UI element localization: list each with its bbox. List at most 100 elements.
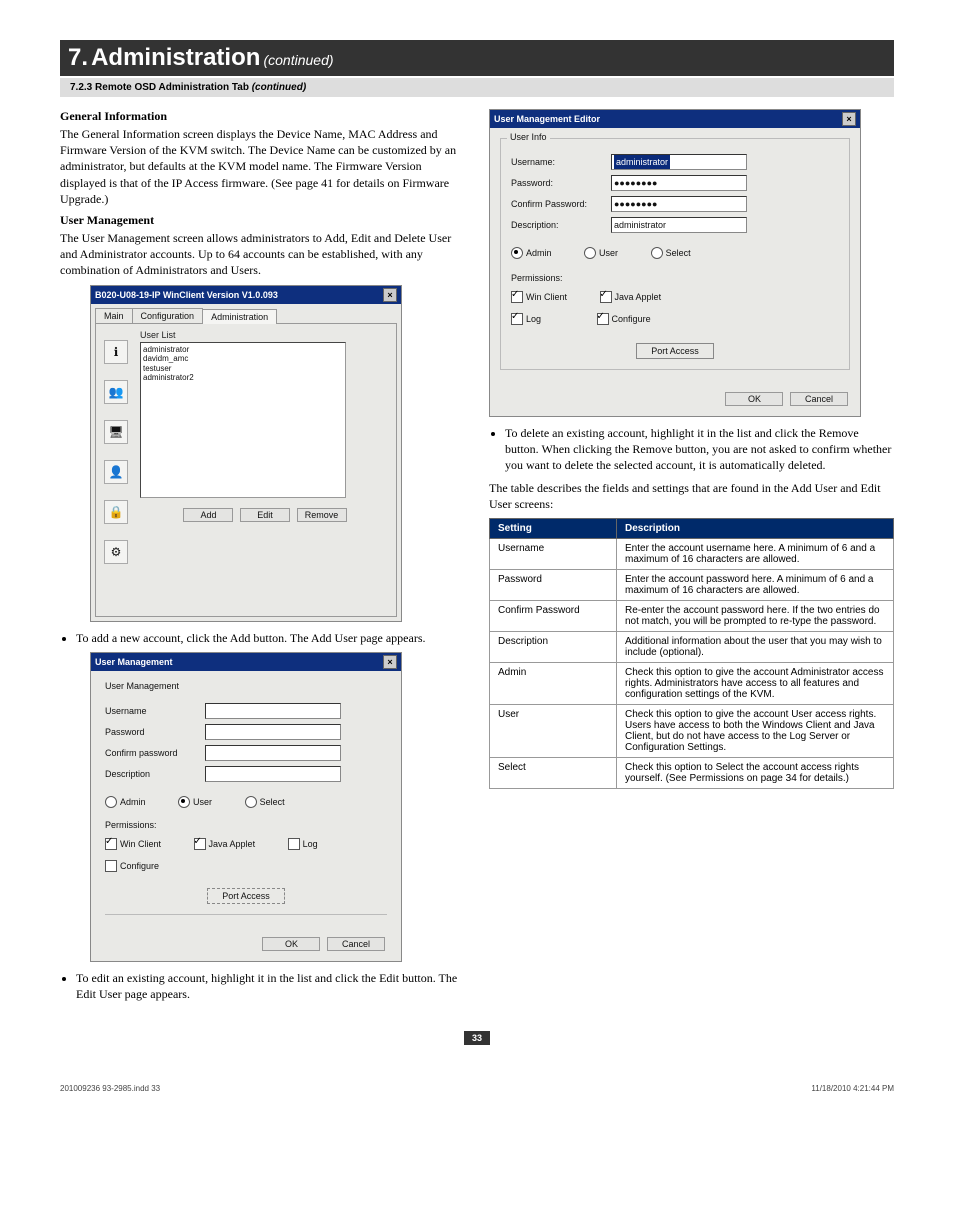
footer-right: 11/18/2010 4:21:44 PM <box>811 1084 894 1093</box>
check-configure[interactable]: Configure <box>597 313 651 325</box>
radio-select[interactable]: Select <box>245 796 285 808</box>
confirm-password-input[interactable] <box>205 745 341 761</box>
um-title: User Management <box>95 657 173 667</box>
th-setting: Setting <box>490 518 617 538</box>
label-confirm: Confirm password <box>105 748 205 758</box>
label-username: Username: <box>511 157 611 167</box>
table-row: PasswordEnter the account password here.… <box>490 569 894 600</box>
winclient-window: B020-U08-19-IP WinClient Version V1.0.09… <box>90 285 402 622</box>
edit-button[interactable]: Edit <box>240 508 290 522</box>
cancel-button[interactable]: Cancel <box>327 937 385 951</box>
tab-administration[interactable]: Administration <box>202 309 277 324</box>
close-icon[interactable]: × <box>383 288 397 302</box>
label-password: Password <box>105 727 205 737</box>
paragraph-user-management: The User Management screen allows admini… <box>60 230 465 279</box>
label-username: Username <box>105 706 205 716</box>
section-bar: 7.2.3 Remote OSD Administration Tab (con… <box>60 78 894 97</box>
footer: 201009236 93-2985.indd 33 11/18/2010 4:2… <box>60 1084 894 1093</box>
username-input[interactable] <box>205 703 341 719</box>
list-item[interactable]: administrator2 <box>143 373 343 383</box>
label-description: Description <box>105 769 205 779</box>
label-password: Password: <box>511 178 611 188</box>
port-access-button[interactable]: Port Access <box>636 343 714 359</box>
table-row: AdminCheck this option to give the accou… <box>490 662 894 704</box>
winclient-titlebar: B020-U08-19-IP WinClient Version V1.0.09… <box>91 286 401 304</box>
check-winclient[interactable]: Win Client <box>105 838 161 850</box>
heading-general-info: General Information <box>60 109 465 124</box>
footer-left: 201009236 93-2985.indd 33 <box>60 1084 160 1093</box>
bullet-add-account: To add a new account, click the Add butt… <box>76 630 465 646</box>
user-info-fieldset: User Info Username:administrator Passwor… <box>500 138 850 370</box>
network-icon[interactable]: 🖥 <box>104 420 128 444</box>
table-row: UserCheck this option to give the accoun… <box>490 704 894 757</box>
bullet-edit-account: To edit an existing account, highlight i… <box>76 970 465 1002</box>
section-number: 7.2.3 <box>70 82 92 93</box>
remove-button[interactable]: Remove <box>297 508 347 522</box>
close-icon[interactable]: × <box>842 112 856 126</box>
user-list[interactable]: administrator davidm_amc testuser admini… <box>140 342 346 498</box>
table-intro: The table describes the fields and setti… <box>489 480 894 512</box>
tab-main[interactable]: Main <box>95 308 133 323</box>
admin-icon[interactable]: 👤 <box>104 460 128 484</box>
label-confirm: Confirm Password: <box>511 199 611 209</box>
check-winclient[interactable]: Win Client <box>511 291 567 303</box>
ok-button[interactable]: OK <box>262 937 320 951</box>
radio-admin[interactable]: Admin <box>511 247 552 259</box>
page-number: 33 <box>60 1032 894 1044</box>
confirm-password-input[interactable]: ●●●●●●●● <box>611 196 747 212</box>
radio-admin[interactable]: Admin <box>105 796 146 808</box>
check-log[interactable]: Log <box>511 313 541 325</box>
password-input[interactable]: ●●●●●●●● <box>611 175 747 191</box>
port-access-button[interactable]: Port Access <box>207 888 285 904</box>
description-input[interactable]: administrator <box>611 217 747 233</box>
user-management-editor-window: User Management Editor × User Info Usern… <box>489 109 861 417</box>
radio-select[interactable]: Select <box>651 247 691 259</box>
th-description: Description <box>617 518 894 538</box>
description-input[interactable] <box>205 766 341 782</box>
cancel-button[interactable]: Cancel <box>790 392 848 406</box>
paragraph-general-info: The General Information screen displays … <box>60 126 465 207</box>
users-icon[interactable]: 👥 <box>104 380 128 404</box>
table-row: Confirm PasswordRe-enter the account pas… <box>490 600 894 631</box>
info-icon[interactable]: ℹ <box>104 340 128 364</box>
user-management-window: User Management × User Management Userna… <box>90 652 402 962</box>
heading-user-management: User Management <box>60 213 465 228</box>
section-continued: (continued) <box>252 82 306 93</box>
password-input[interactable] <box>205 724 341 740</box>
lock-icon[interactable]: 🔒 <box>104 500 128 524</box>
settings-table: Setting Description UsernameEnter the ac… <box>489 518 894 789</box>
chapter-continued: (continued) <box>263 52 333 68</box>
editor-title: User Management Editor <box>494 114 600 124</box>
permissions-label: Permissions: <box>511 273 839 283</box>
chapter-title: Administration <box>91 44 260 71</box>
section-title: Remote OSD Administration Tab <box>95 82 249 93</box>
table-row: UsernameEnter the account username here.… <box>490 538 894 569</box>
ok-button[interactable]: OK <box>725 392 783 406</box>
um-titlebar: User Management × <box>91 653 401 671</box>
bullet-delete-account: To delete an existing account, highlight… <box>505 425 894 474</box>
check-java[interactable]: Java Applet <box>194 838 256 850</box>
fieldset-legend: User Info <box>507 132 550 142</box>
settings-icon[interactable]: ⚙ <box>104 540 128 564</box>
check-java[interactable]: Java Applet <box>600 291 662 303</box>
winclient-title: B020-U08-19-IP WinClient Version V1.0.09… <box>95 290 278 300</box>
list-item[interactable]: davidm_amc <box>143 354 343 364</box>
um-breadcrumb: User Management <box>105 681 387 691</box>
check-log[interactable]: Log <box>288 838 318 850</box>
radio-user[interactable]: User <box>584 247 618 259</box>
check-configure[interactable]: Configure <box>105 860 159 872</box>
list-item[interactable]: testuser <box>143 364 343 374</box>
left-column: General Information The General Informat… <box>60 105 465 1008</box>
chapter-bar: 7. Administration (continued) <box>60 40 894 76</box>
tab-configuration[interactable]: Configuration <box>132 308 204 323</box>
close-icon[interactable]: × <box>383 655 397 669</box>
label-description: Description: <box>511 220 611 230</box>
editor-titlebar: User Management Editor × <box>490 110 860 128</box>
radio-user[interactable]: User <box>178 796 212 808</box>
list-item[interactable]: administrator <box>143 345 343 355</box>
add-button[interactable]: Add <box>183 508 233 522</box>
winclient-tabs: Main Configuration Administration <box>91 304 401 323</box>
right-column: User Management Editor × User Info Usern… <box>489 105 894 789</box>
permissions-label: Permissions: <box>105 820 387 830</box>
username-input[interactable]: administrator <box>611 154 747 170</box>
